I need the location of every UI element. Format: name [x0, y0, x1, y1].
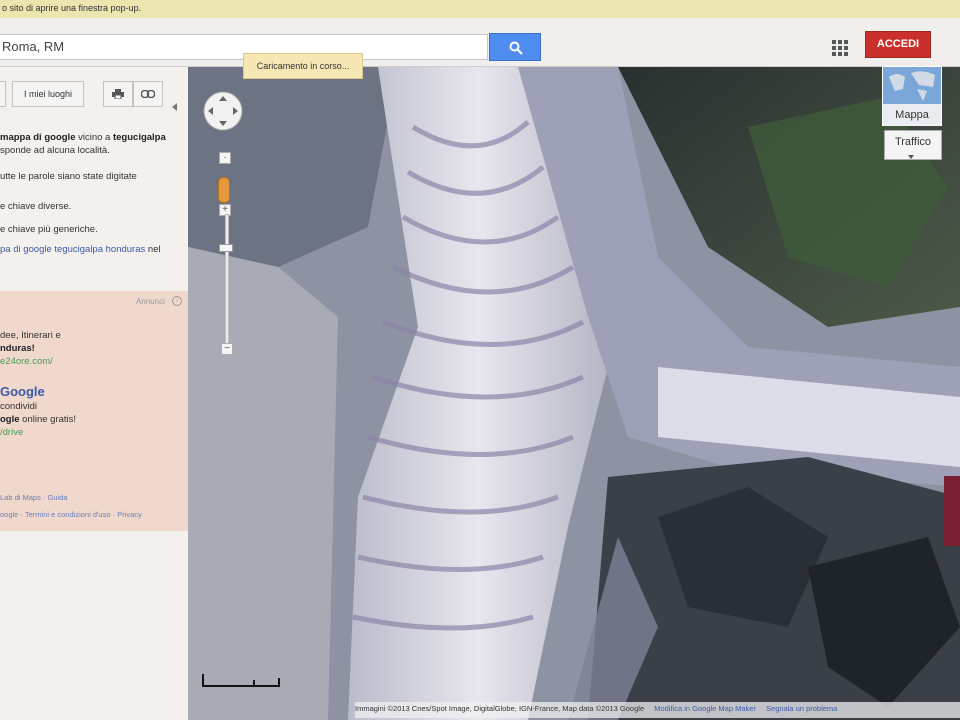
footer-links: Lab di Maps · Guida oogle · Termini e co…: [0, 493, 142, 527]
link-button[interactable]: [133, 81, 163, 107]
apps-grid-icon[interactable]: [832, 40, 848, 56]
ad-text: condividi: [0, 401, 37, 412]
top-bar: Roma, RM ACCEDI: [0, 18, 960, 67]
signin-button[interactable]: ACCEDI: [865, 31, 931, 58]
my-places-button[interactable]: I miei luoghi: [12, 81, 84, 107]
ad-text: ogle online gratis!: [0, 414, 77, 425]
ad-url[interactable]: e24ore.com/: [0, 355, 61, 368]
report-problem-link[interactable]: Segnala un problema: [766, 704, 837, 713]
collapse-panel-icon[interactable]: [172, 103, 177, 111]
link-icon: [140, 89, 156, 99]
map-type-label[interactable]: Mappa: [883, 104, 941, 126]
info-icon[interactable]: i: [172, 296, 182, 306]
print-button[interactable]: [103, 81, 133, 107]
zoom-slider-handle[interactable]: [219, 244, 233, 252]
result-line: pa di google tegucigalpa honduras nel: [0, 244, 161, 255]
zoom-out-button[interactable]: −: [221, 343, 233, 355]
zoom-slider-track[interactable]: [225, 214, 229, 350]
suggestion-link[interactable]: pa di google tegucigalpa honduras: [0, 244, 145, 255]
ad-title-link[interactable]: Google: [0, 385, 76, 398]
search-icon: [509, 41, 523, 55]
footer-link-line[interactable]: oogle · Termini e condizioni d'uso · Pri…: [0, 510, 142, 519]
attribution-text: Immagini ©2013 Cnes/Spot Image, DigitalG…: [355, 704, 645, 713]
result-line: utte le parole siano state digitate: [0, 171, 137, 182]
left-panel: I miei luoghi mappa di google vicino a t…: [0, 67, 188, 720]
map-maker-link[interactable]: Modifica in Google Map Maker: [654, 704, 756, 713]
result-line: mappa di google vicino a tegucigalpa: [0, 132, 166, 143]
map-attribution: Immagini ©2013 Cnes/Spot Image, DigitalG…: [355, 702, 960, 718]
world-map-icon: [889, 71, 935, 101]
satellite-imagery: [188, 67, 960, 720]
zoom-reset-button[interactable]: ·: [219, 152, 231, 164]
footer-link-line[interactable]: Lab di Maps · Guida: [0, 493, 142, 502]
search-results: mappa di google vicino a tegucigalpa spo…: [0, 131, 186, 256]
scale-bar: [202, 674, 280, 687]
result-line: e chiave diverse.: [0, 201, 72, 212]
result-line: sponde ad alcuna località.: [0, 145, 110, 156]
panel-back-button[interactable]: [0, 81, 6, 107]
search-button[interactable]: [489, 33, 541, 61]
print-icon: [112, 89, 124, 100]
map-canvas[interactable]: [188, 67, 960, 720]
pan-control-icon[interactable]: [202, 90, 244, 132]
result-line: e chiave più generiche.: [0, 224, 98, 235]
ad-text: dee, Itinerari e: [0, 330, 61, 341]
street-view-pegman-icon[interactable]: [218, 177, 230, 203]
loading-toast: Caricamento in corso...: [243, 53, 363, 79]
chevron-down-icon[interactable]: [908, 155, 914, 159]
ad-text: nduras!: [0, 343, 35, 354]
ad-url[interactable]: /drive: [0, 426, 76, 439]
popup-notice-text: o sito di aprire una finestra pop-up.: [2, 3, 142, 13]
panel-toolbar: I miei luoghi: [0, 81, 188, 111]
popup-notice-bar: o sito di aprire una finestra pop-up.: [0, 0, 960, 19]
side-tab[interactable]: [944, 476, 960, 546]
ads-label: Annunci: [136, 297, 165, 306]
